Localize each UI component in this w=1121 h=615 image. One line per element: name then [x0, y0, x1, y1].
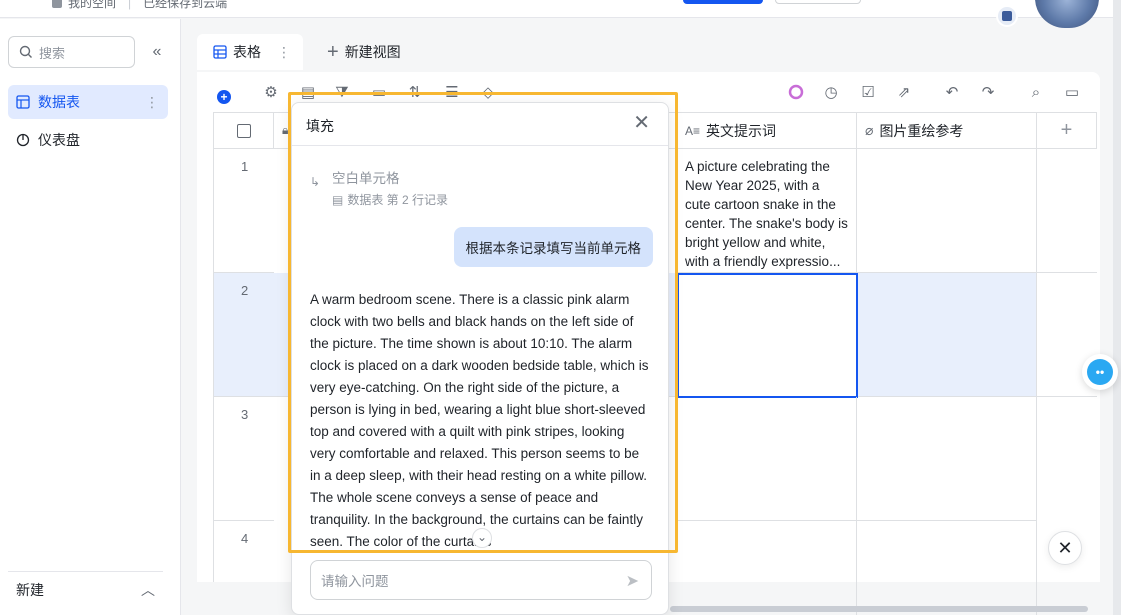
ai-icon[interactable] — [786, 82, 806, 102]
tab-label: 表格 — [233, 44, 261, 60]
plus-icon: + — [327, 41, 339, 63]
undo-icon[interactable]: ↶ — [942, 82, 962, 102]
reply-arrow-icon: ↳ — [310, 175, 321, 189]
add-column-button[interactable]: + — [1037, 113, 1097, 149]
image-cell[interactable] — [858, 273, 1037, 397]
settings-icon[interactable]: ⚙ — [261, 82, 281, 102]
collapse-sidebar-icon[interactable]: « — [148, 43, 166, 61]
redo-icon[interactable]: ↷ — [978, 82, 998, 102]
close-float-icon[interactable]: ✕ — [1048, 531, 1082, 565]
comment-icon[interactable]: ▭ — [1062, 82, 1082, 102]
question-input[interactable]: 请输入问题 ➤ — [310, 560, 652, 600]
table-icon: ▤ — [332, 192, 344, 207]
prompt-cell[interactable] — [677, 521, 857, 615]
chevron-down-icon[interactable]: ⌄ — [472, 528, 492, 548]
select-all-checkbox[interactable] — [236, 123, 251, 138]
grid-view-icon — [213, 45, 227, 59]
context-source: ▤ 数据表 第 2 行记录 — [332, 191, 448, 208]
select-all-cell[interactable] — [214, 113, 274, 149]
automation-icon[interactable]: ◷ — [821, 82, 841, 102]
lock-icon: 🔒︎ — [282, 123, 289, 137]
sort-icon[interactable]: ⇅ — [405, 82, 425, 102]
image-cell[interactable] — [857, 149, 1037, 273]
column-label: 图片重绘参考 — [879, 122, 964, 139]
close-icon[interactable]: ✕ — [633, 113, 650, 133]
workspace-icon — [52, 0, 62, 8]
top-bar: 我的空间 | 已经保存到云端 — [0, 0, 1121, 18]
sidebar: 搜索 « 数据表 ⋮ 仪表盘 新建 ︿ — [0, 19, 181, 615]
group-icon[interactable]: ▭ — [369, 82, 389, 102]
field-config-icon[interactable]: ▤ — [298, 82, 318, 102]
shirt-badge-icon[interactable] — [996, 5, 1018, 27]
row-number: 2 — [214, 273, 274, 397]
new-view-button[interactable]: + 新建视图 — [327, 42, 401, 62]
assistant-bot-icon[interactable]: •• — [1082, 354, 1118, 390]
avatar[interactable] — [1035, 0, 1099, 28]
chevron-up-icon: ︿ — [141, 581, 155, 598]
new-view-label: 新建视图 — [344, 44, 401, 60]
text-ai-icon: A≡ — [685, 123, 701, 138]
row-number: 1 — [214, 149, 274, 273]
sidebar-item-datatable[interactable]: 数据表 ⋮ — [8, 85, 168, 119]
row-number: 4 — [241, 531, 249, 546]
new-label: 新建 — [16, 581, 44, 598]
prompt-cell[interactable] — [677, 397, 857, 521]
fill-color-icon[interactable]: ◇ — [478, 82, 498, 102]
filter-icon[interactable]: ⧩ — [332, 82, 352, 102]
column-header-image[interactable]: ⌀ 图片重绘参考 — [857, 113, 1037, 149]
sidebar-item-label: 数据表 — [38, 94, 80, 110]
image-cell[interactable] — [857, 397, 1037, 521]
question-placeholder: 请输入问题 — [321, 574, 389, 589]
search-icon — [19, 45, 32, 58]
row-height-icon[interactable]: ☰ — [442, 82, 462, 102]
share-icon[interactable]: ⇗ — [894, 82, 914, 102]
fill-panel: 填充 ✕ ↳ 空白单元格 ▤ 数据表 第 2 行记录 根据本条记录填写当前单元格… — [291, 102, 669, 615]
empty-cell — [1037, 149, 1097, 273]
ai-answer: A warm bedroom scene. There is a classic… — [310, 292, 649, 549]
sidebar-item-label: 仪表盘 — [38, 132, 80, 148]
sidebar-item-dashboard[interactable]: 仪表盘 — [8, 123, 168, 157]
right-edge — [1113, 0, 1121, 615]
divider — [292, 145, 668, 146]
save-status: 已经保存到云端 — [143, 0, 228, 10]
find-icon[interactable]: ⌕ — [1026, 82, 1046, 102]
view-bar: 表格 ⋮ + 新建视图 — [197, 34, 401, 70]
breadcrumb-divider: | — [128, 0, 132, 10]
panel-title: 填充 — [306, 118, 334, 134]
new-button[interactable]: 新建 ︿ — [8, 571, 163, 607]
table-icon — [16, 95, 30, 109]
image-cell[interactable] — [857, 521, 1037, 615]
workspace-label[interactable]: 我的空间 — [68, 0, 116, 11]
column-header-prompt[interactable]: A≡ 英文提示词 — [677, 113, 857, 149]
secondary-button[interactable] — [775, 0, 861, 4]
more-vertical-icon[interactable]: ⋮ — [277, 44, 291, 61]
user-message: 根据本条记录填写当前单元格 — [453, 227, 653, 267]
send-icon[interactable]: ➤ — [626, 571, 639, 591]
prompt-cell[interactable]: A picture celebrating the New Year 2025,… — [677, 149, 857, 273]
prompt-cell-selected[interactable] — [677, 273, 858, 398]
column-label: 英文提示词 — [706, 122, 777, 139]
breadcrumb: 我的空间 | 已经保存到云端 — [52, 0, 227, 11]
more-vertical-icon[interactable]: ⋮ — [145, 94, 159, 111]
tab-grid-view[interactable]: 表格 ⋮ — [197, 34, 303, 70]
context-title: 空白单元格 — [332, 171, 400, 186]
context-source-label: 数据表 第 2 行记录 — [347, 193, 449, 207]
add-record-icon[interactable]: + — [217, 90, 231, 104]
dashboard-icon — [16, 133, 30, 147]
row-number: 3 — [214, 397, 274, 521]
attachment-icon: ⌀ — [865, 122, 874, 138]
form-icon[interactable]: ☑ — [858, 82, 878, 102]
share-button[interactable] — [683, 0, 763, 4]
search-placeholder: 搜索 — [39, 45, 66, 61]
search-input[interactable]: 搜索 — [8, 36, 135, 68]
horizontal-scrollbar[interactable] — [670, 606, 1088, 612]
